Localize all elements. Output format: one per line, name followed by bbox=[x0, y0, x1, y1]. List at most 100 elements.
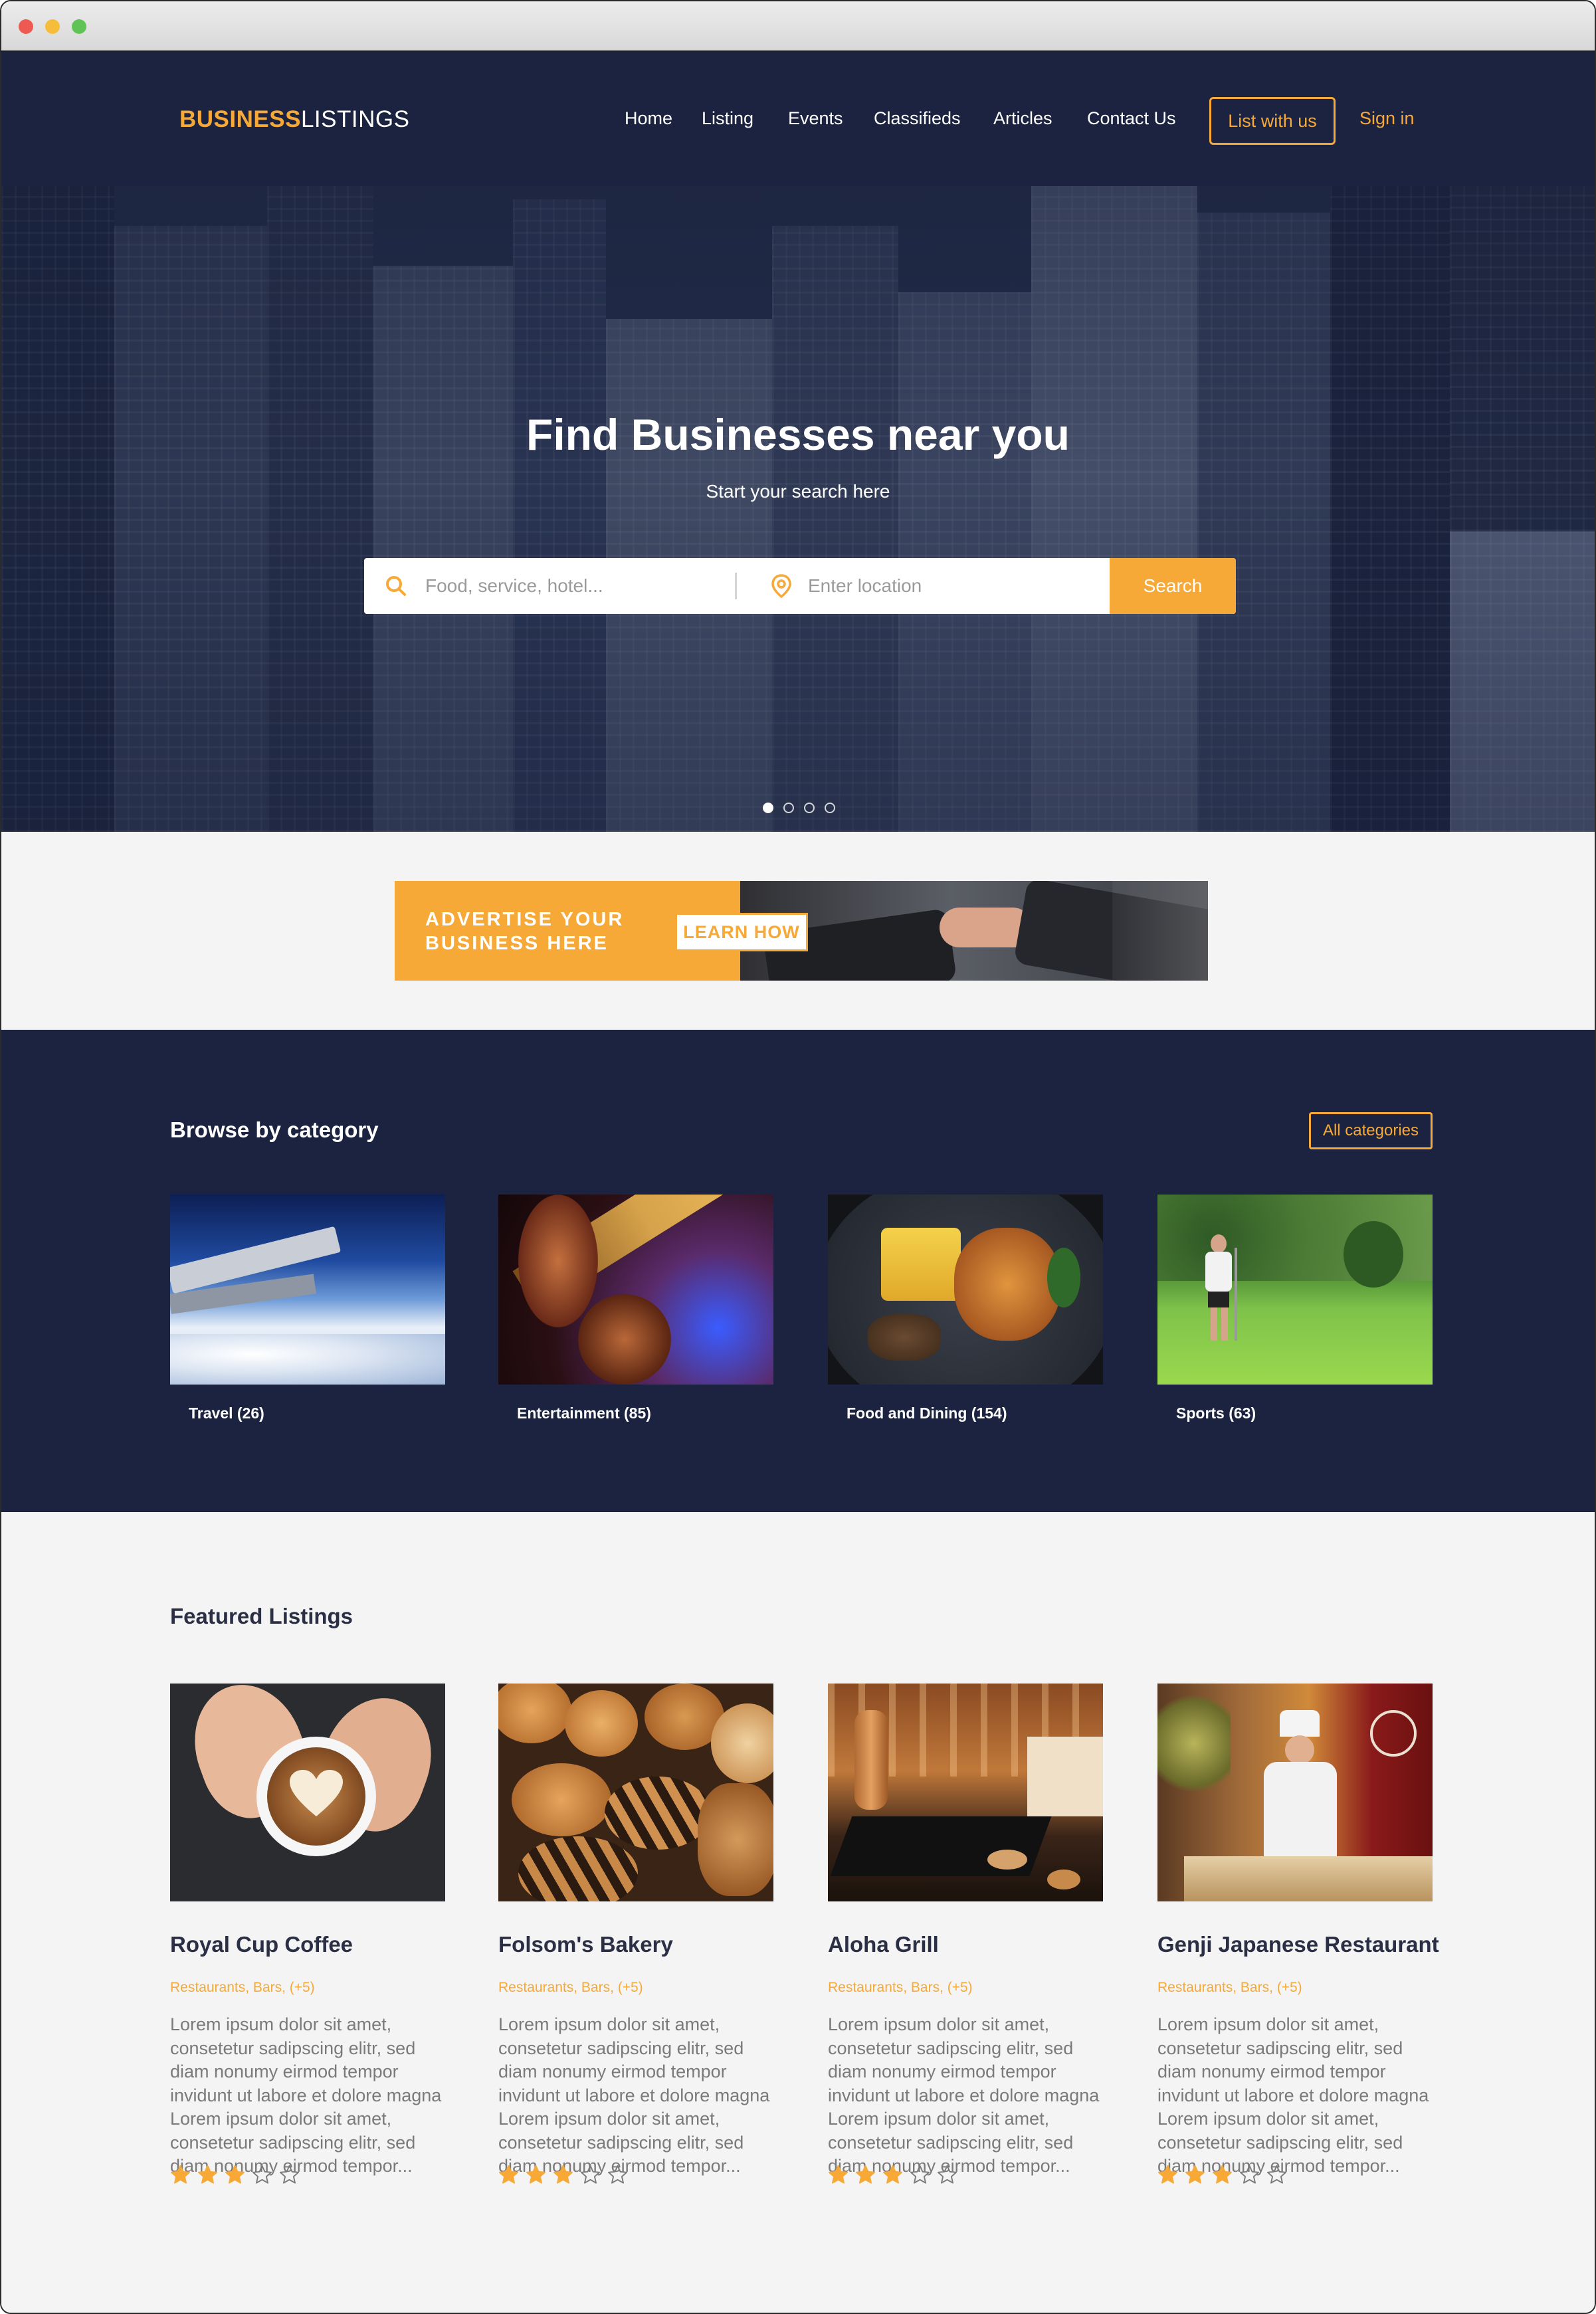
learn-how-button[interactable]: LEARN HOW bbox=[675, 913, 808, 951]
carousel-indicators bbox=[763, 803, 835, 813]
all-categories-button[interactable]: All categories bbox=[1309, 1112, 1433, 1149]
category-card-sports[interactable]: Sports (63) bbox=[1157, 1195, 1433, 1422]
latte-photo bbox=[170, 1684, 445, 1901]
ad-section: ADVERTISE YOUR BUSINESS HERE LEARN HOW bbox=[1, 832, 1595, 1030]
nav-link-contact[interactable]: Contact Us bbox=[1087, 108, 1176, 129]
category-card-travel[interactable]: Travel (26) bbox=[170, 1195, 445, 1422]
star-empty-icon bbox=[252, 2165, 272, 2184]
ad-line-1: ADVERTISE YOUR bbox=[425, 909, 625, 930]
listing-card[interactable]: Aloha Grill Restaurants, Bars, (+5) Lore… bbox=[828, 1684, 1103, 2184]
browser-window: BUSINESSLISTINGS Home Listing Events Cla… bbox=[0, 0, 1596, 2314]
search-divider bbox=[735, 573, 737, 599]
location-input[interactable] bbox=[808, 558, 1100, 614]
star-empty-icon bbox=[1239, 2165, 1260, 2184]
category-label: Sports (63) bbox=[1176, 1404, 1256, 1422]
star-filled-icon bbox=[855, 2165, 876, 2184]
rating-stars bbox=[828, 2165, 957, 2185]
top-navigation: BUSINESSLISTINGS Home Listing Events Cla… bbox=[1, 52, 1595, 186]
hero-overlay bbox=[1, 186, 1595, 832]
rating-stars bbox=[498, 2165, 628, 2185]
listing-card[interactable]: Royal Cup Coffee Restaurants, Bars, (+5)… bbox=[170, 1684, 445, 2184]
ad-banner[interactable]: ADVERTISE YOUR BUSINESS HERE LEARN HOW bbox=[395, 881, 1208, 981]
listing-card[interactable]: Folsom's Bakery Restaurants, Bars, (+5) … bbox=[498, 1684, 773, 2184]
star-filled-icon bbox=[170, 2165, 191, 2184]
close-window-button[interactable] bbox=[19, 19, 33, 34]
category-card-entertainment[interactable]: Entertainment (85) bbox=[498, 1195, 773, 1422]
search-bar: Search bbox=[364, 558, 1236, 614]
carousel-dot-3[interactable] bbox=[804, 803, 815, 813]
nav-link-classifieds[interactable]: Classifieds bbox=[874, 108, 961, 129]
carousel-dot-1[interactable] bbox=[763, 803, 773, 813]
rating-stars bbox=[170, 2165, 300, 2185]
star-empty-icon bbox=[580, 2165, 601, 2184]
list-with-us-button[interactable]: List with us bbox=[1209, 97, 1336, 145]
star-filled-icon bbox=[882, 2165, 903, 2184]
listing-name[interactable]: Folsom's Bakery bbox=[498, 1932, 673, 1957]
browser-titlebar bbox=[1, 1, 1595, 52]
map-pin-icon bbox=[771, 574, 791, 599]
listing-description: Lorem ipsum dolor sit amet, consetetur s… bbox=[498, 2014, 770, 2176]
listing-categories[interactable]: Restaurants, Bars, (+5) bbox=[498, 1980, 643, 1996]
star-empty-icon bbox=[1266, 2165, 1287, 2184]
category-section-title: Browse by category bbox=[170, 1117, 379, 1142]
star-filled-icon bbox=[828, 2165, 848, 2184]
star-filled-icon bbox=[225, 2165, 245, 2184]
rating-stars bbox=[1157, 2165, 1287, 2185]
star-filled-icon bbox=[553, 2165, 573, 2184]
listing-card[interactable]: Genji Japanese Restaurant Restaurants, B… bbox=[1157, 1684, 1439, 2184]
restaurant-interior-photo bbox=[828, 1684, 1103, 1901]
listing-categories[interactable]: Restaurants, Bars, (+5) bbox=[170, 1980, 315, 1996]
listing-name[interactable]: Aloha Grill bbox=[828, 1932, 939, 1957]
search-input[interactable] bbox=[425, 558, 718, 614]
star-filled-icon bbox=[498, 2165, 519, 2184]
golf-course-photo bbox=[1157, 1195, 1433, 1385]
star-filled-icon bbox=[526, 2165, 546, 2184]
category-section: Browse by category All categories Travel… bbox=[1, 1030, 1595, 1512]
nav-link-events[interactable]: Events bbox=[788, 108, 843, 129]
listing-categories[interactable]: Restaurants, Bars, (+5) bbox=[828, 1980, 973, 1996]
star-empty-icon bbox=[937, 2165, 957, 2184]
category-label: Entertainment (85) bbox=[517, 1404, 651, 1422]
handshake-photo bbox=[740, 881, 1208, 981]
star-filled-icon bbox=[1157, 2165, 1178, 2184]
carousel-dot-4[interactable] bbox=[825, 803, 835, 813]
listing-description: Lorem ipsum dolor sit amet, consetetur s… bbox=[828, 2014, 1100, 2176]
nav-link-articles[interactable]: Articles bbox=[993, 108, 1052, 129]
search-icon bbox=[386, 576, 406, 596]
star-filled-icon bbox=[197, 2165, 218, 2184]
ad-line-2: BUSINESS HERE bbox=[425, 933, 609, 954]
logo-part-business: BUSINESS bbox=[179, 106, 301, 132]
listing-categories[interactable]: Restaurants, Bars, (+5) bbox=[1157, 1980, 1302, 1996]
chef-photo bbox=[1157, 1684, 1433, 1901]
listing-name[interactable]: Genji Japanese Restaurant bbox=[1157, 1932, 1439, 1957]
carousel-dot-2[interactable] bbox=[783, 803, 794, 813]
featured-section-title: Featured Listings bbox=[170, 1604, 353, 1628]
sign-in-link[interactable]: Sign in bbox=[1359, 108, 1415, 129]
hero-section: Find Businesses near you Start your sear… bbox=[1, 186, 1595, 832]
maximize-window-button[interactable] bbox=[72, 19, 86, 34]
search-button[interactable]: Search bbox=[1110, 558, 1236, 614]
category-card-food[interactable]: Food and Dining (154) bbox=[828, 1195, 1103, 1422]
listing-description: Lorem ipsum dolor sit amet, consetetur s… bbox=[170, 2014, 442, 2176]
ad-text: ADVERTISE YOUR BUSINESS HERE bbox=[425, 908, 624, 955]
category-label: Food and Dining (154) bbox=[847, 1404, 1007, 1422]
star-empty-icon bbox=[910, 2165, 930, 2184]
star-filled-icon bbox=[1212, 2165, 1233, 2184]
category-label: Travel (26) bbox=[189, 1404, 264, 1422]
star-empty-icon bbox=[607, 2165, 628, 2184]
guitar-photo bbox=[498, 1195, 773, 1385]
airplane-wing-photo bbox=[170, 1195, 445, 1385]
minimize-window-button[interactable] bbox=[45, 19, 60, 34]
roast-dish-photo bbox=[828, 1195, 1103, 1385]
star-empty-icon bbox=[279, 2165, 300, 2184]
hero-subtitle: Start your search here bbox=[706, 481, 890, 502]
hero-title: Find Businesses near you bbox=[526, 410, 1070, 459]
listing-name[interactable]: Royal Cup Coffee bbox=[170, 1932, 353, 1957]
logo-part-listings: LISTINGS bbox=[300, 106, 410, 132]
nav-link-listing[interactable]: Listing bbox=[702, 108, 753, 129]
listing-description: Lorem ipsum dolor sit amet, consetetur s… bbox=[1157, 2014, 1429, 2176]
featured-section: Featured Listings Royal Cup Coffee Resta… bbox=[1, 1512, 1595, 2313]
nav-link-home[interactable]: Home bbox=[625, 108, 672, 129]
site-logo[interactable]: BUSINESSLISTINGS bbox=[179, 106, 409, 133]
star-filled-icon bbox=[1185, 2165, 1205, 2184]
